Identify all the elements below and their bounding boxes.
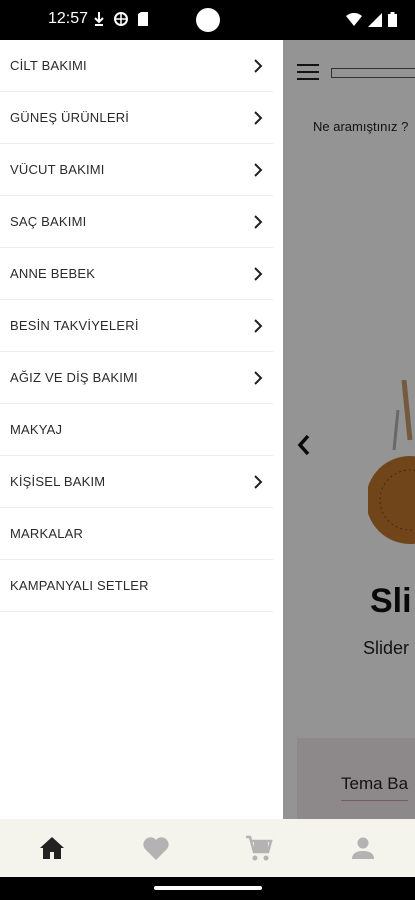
menu-item[interactable]: VÜCUT BAKIMI [0,144,273,196]
status-notification-icons [93,11,149,32]
chevron-right-icon [253,162,263,177]
menu-item-label: KAMPANYALI SETLER [10,578,149,593]
menu-item-label: SAÇ BAKIMI [10,214,87,229]
menu-item[interactable]: SAÇ BAKIMI [0,196,273,248]
menu-item-label: GÜNEŞ ÜRÜNLERİ [10,110,130,125]
cart-icon[interactable] [245,834,274,862]
wifi-icon [346,12,362,32]
menu-item[interactable]: CİLT BAKIMI [0,40,273,92]
menu-item-label: KİŞİSEL BAKIM [10,474,106,489]
menu-item-label: BESİN TAKVİYELERİ [10,318,139,333]
battery-icon [388,12,397,32]
chevron-right-icon [253,110,263,125]
menu-item-label: CİLT BAKIMI [10,58,87,73]
chevron-right-icon [253,370,263,385]
bottom-navigation [0,819,415,877]
menu-item[interactable]: GÜNEŞ ÜRÜNLERİ [0,92,273,144]
menu-item-label: MAKYAJ [10,422,63,437]
heart-icon[interactable] [142,834,170,862]
chevron-right-icon [253,318,263,333]
menu-item[interactable]: MAKYAJ [0,404,273,456]
chevron-right-icon [253,266,263,281]
status-system-icons [346,12,397,32]
menu-item-label: VÜCUT BAKIMI [10,162,105,177]
sim-card-icon [137,11,149,32]
home-indicator[interactable] [154,886,262,890]
menu-item-label: ANNE BEBEK [10,266,96,281]
status-bar: 12:57 [0,0,415,40]
camera-cutout [196,8,220,32]
signal-icon [368,12,382,32]
category-menu: CİLT BAKIMI GÜNEŞ ÜRÜNLERİ VÜCUT BAKIMI SAÇ… [0,40,283,612]
user-icon[interactable] [349,834,377,862]
download-icon [93,11,105,32]
menu-item[interactable]: ANNE BEBEK [0,248,273,300]
menu-item[interactable]: KAMPANYALI SETLER [0,560,273,612]
chevron-right-icon [253,214,263,229]
menu-item-label: MARKALAR [10,526,84,541]
menu-item-label: AĞIZ VE DİŞ BAKIMI [10,370,138,385]
vpn-icon [113,11,129,32]
menu-item[interactable]: AĞIZ VE DİŞ BAKIMI [0,352,273,404]
chevron-right-icon [253,474,263,489]
status-time: 12:57 [48,10,89,27]
menu-item[interactable]: BESİN TAKVİYELERİ [0,300,273,352]
chevron-right-icon [253,58,263,73]
navigation-drawer: CİLT BAKIMI GÜNEŞ ÜRÜNLERİ VÜCUT BAKIMI SAÇ… [0,40,283,819]
home-icon[interactable] [38,834,66,862]
menu-item[interactable]: MARKALAR [0,508,273,560]
menu-item[interactable]: KİŞİSEL BAKIM [0,456,273,508]
